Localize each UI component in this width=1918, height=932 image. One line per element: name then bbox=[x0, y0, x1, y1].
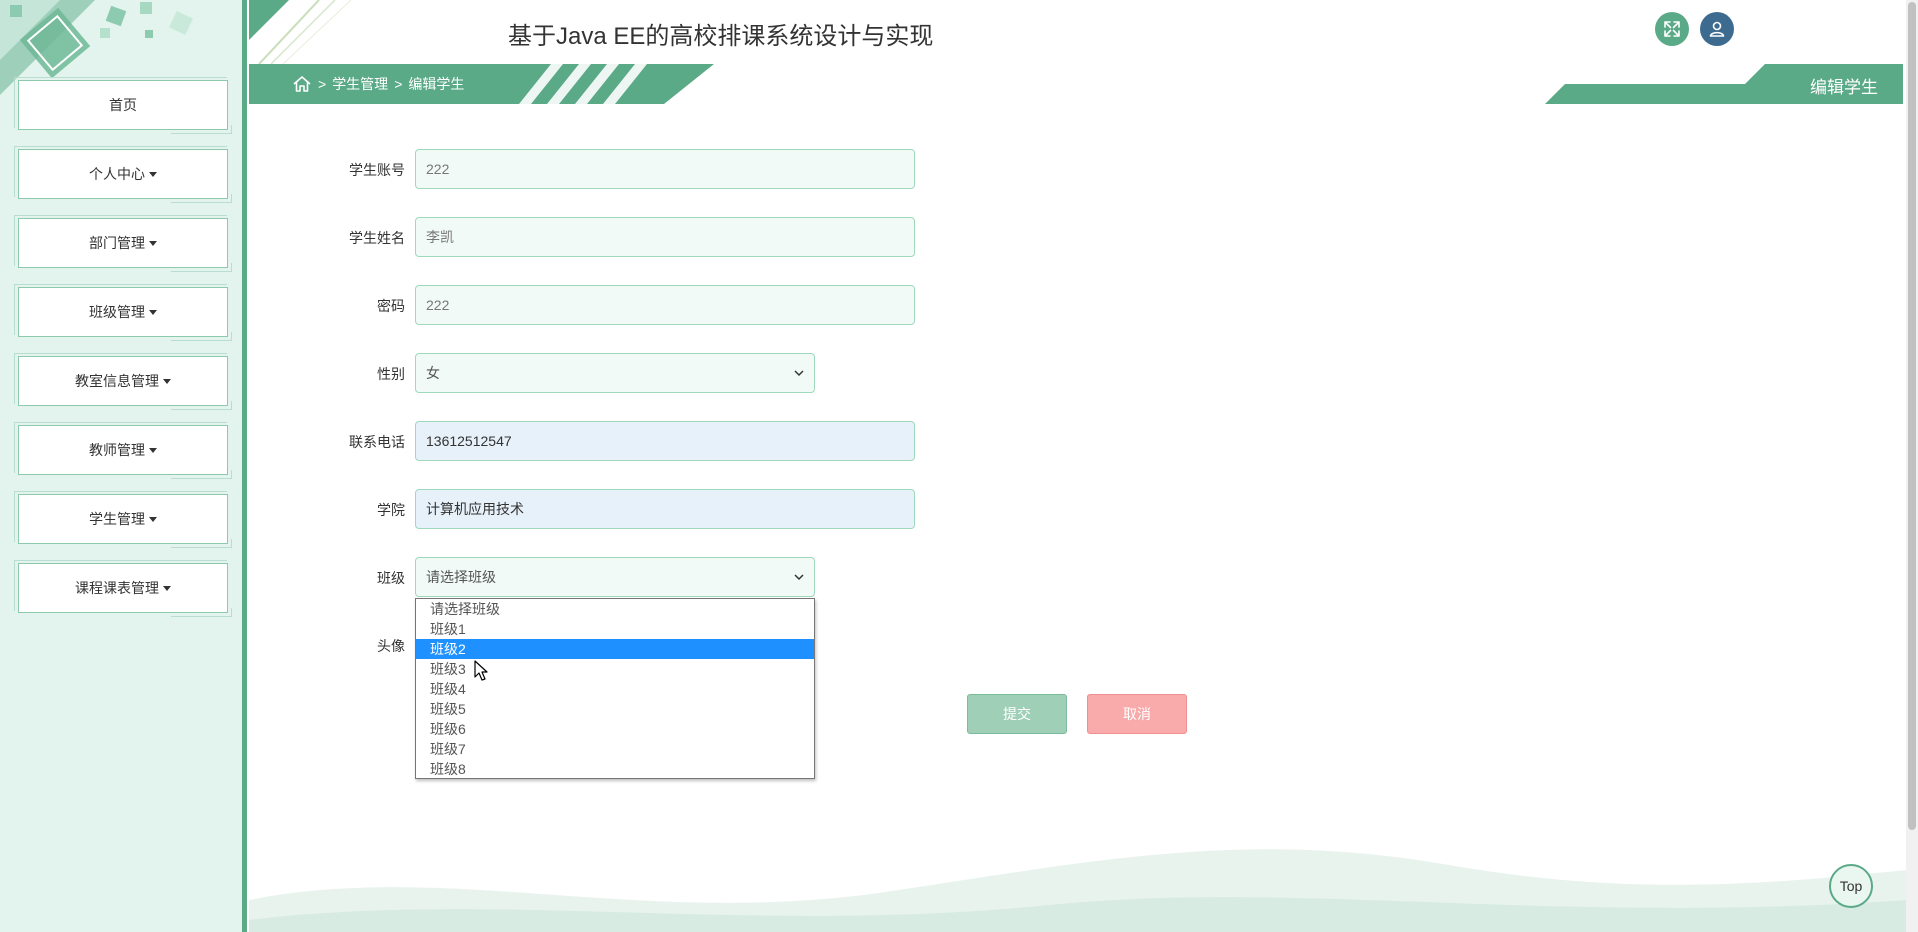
class-option[interactable]: 班级6 bbox=[416, 719, 814, 739]
sidebar-item-label: 教师管理 bbox=[89, 442, 145, 458]
chevron-down-icon bbox=[794, 574, 804, 581]
sidebar-item-classroom[interactable]: 教室信息管理 bbox=[14, 353, 232, 410]
sidebar-item-label: 个人中心 bbox=[89, 166, 145, 182]
caret-down-icon bbox=[149, 516, 157, 522]
gender-select[interactable]: 女 bbox=[415, 353, 815, 393]
caret-down-icon bbox=[163, 378, 171, 384]
sidebar-item-label: 学生管理 bbox=[89, 511, 145, 527]
chevron-down-icon bbox=[794, 370, 804, 377]
user-icon bbox=[1709, 21, 1725, 37]
home-icon[interactable] bbox=[292, 75, 312, 93]
app-title: 基于Java EE的高校排课系统设计与实现 bbox=[508, 23, 934, 50]
class-option[interactable]: 班级1 bbox=[416, 619, 814, 639]
header-decoration bbox=[249, 0, 352, 64]
name-field[interactable]: 李凯 bbox=[415, 217, 915, 257]
sidebar-item-label: 班级管理 bbox=[89, 304, 145, 320]
submit-button[interactable]: 提交 bbox=[967, 694, 1067, 734]
gender-select-value: 女 bbox=[426, 365, 440, 381]
account-label: 学生账号 bbox=[349, 162, 405, 178]
sidebar-item-label: 首页 bbox=[109, 97, 137, 113]
caret-down-icon bbox=[149, 447, 157, 453]
user-button[interactable] bbox=[1700, 12, 1734, 46]
sidebar-item-teacher[interactable]: 教师管理 bbox=[14, 422, 232, 479]
sidebar-item-class[interactable]: 班级管理 bbox=[14, 284, 232, 341]
caret-down-icon bbox=[149, 240, 157, 246]
sidebar-item-home[interactable]: 首页 bbox=[14, 77, 232, 134]
breadcrumb-student-management[interactable]: 学生管理 bbox=[332, 74, 388, 94]
account-field[interactable]: 222 bbox=[415, 149, 915, 189]
class-option[interactable]: 班级5 bbox=[416, 699, 814, 719]
name-label: 学生姓名 bbox=[349, 230, 405, 246]
college-field[interactable]: 计算机应用技术 bbox=[415, 489, 915, 529]
class-dropdown-list[interactable]: 请选择班级 班级1 班级2 班级3 班级4 班级5 班级6 班级7 班级8 bbox=[415, 598, 815, 779]
expand-icon bbox=[1664, 21, 1680, 37]
class-option[interactable]: 班级7 bbox=[416, 739, 814, 759]
avatar-label: 头像 bbox=[377, 638, 405, 654]
sidebar-item-personal-center[interactable]: 个人中心 bbox=[14, 146, 232, 203]
breadcrumb-separator: > bbox=[394, 76, 403, 92]
sidebar-item-department[interactable]: 部门管理 bbox=[14, 215, 232, 272]
class-select[interactable]: 请选择班级 bbox=[415, 557, 815, 597]
breadcrumb-separator: > bbox=[318, 76, 327, 92]
caret-down-icon bbox=[149, 309, 157, 315]
bottom-wave-decoration bbox=[249, 849, 1907, 932]
scrollbar-thumb[interactable] bbox=[1908, 2, 1916, 830]
sidebar-item-student[interactable]: 学生管理 bbox=[14, 491, 232, 548]
sidebar: 首页 个人中心 部门管理 班级管理 教室信息管理 教师管理 学生管理 课程课表管… bbox=[0, 0, 247, 932]
breadcrumb: > 学生管理 > 编辑学生 bbox=[292, 73, 464, 95]
password-field[interactable]: 222 bbox=[415, 285, 915, 325]
sidebar-item-label: 教室信息管理 bbox=[75, 373, 159, 389]
class-select-value: 请选择班级 bbox=[426, 569, 496, 585]
phone-label: 联系电话 bbox=[349, 434, 405, 450]
back-to-top-button[interactable]: Top bbox=[1829, 864, 1873, 908]
class-label: 班级 bbox=[377, 570, 405, 586]
sidebar-item-label: 部门管理 bbox=[89, 235, 145, 251]
caret-down-icon bbox=[149, 171, 157, 177]
class-option[interactable]: 班级8 bbox=[416, 759, 814, 779]
gender-label: 性别 bbox=[377, 366, 405, 382]
class-option[interactable]: 班级4 bbox=[416, 679, 814, 699]
cancel-button[interactable]: 取消 bbox=[1087, 694, 1187, 734]
page-scrollbar[interactable] bbox=[1906, 0, 1918, 932]
college-label: 学院 bbox=[377, 502, 405, 518]
caret-down-icon bbox=[163, 585, 171, 591]
password-label: 密码 bbox=[377, 298, 405, 314]
page-tag: 编辑学生 bbox=[1810, 78, 1878, 97]
breadcrumb-edit-student: 编辑学生 bbox=[408, 76, 465, 92]
mouse-cursor-icon bbox=[474, 660, 488, 681]
sidebar-item-course[interactable]: 课程课表管理 bbox=[14, 560, 232, 617]
fullscreen-button[interactable] bbox=[1655, 12, 1689, 46]
class-option-highlighted[interactable]: 班级2 bbox=[416, 639, 814, 659]
sidebar-item-label: 课程课表管理 bbox=[75, 580, 159, 596]
class-option[interactable]: 请选择班级 bbox=[416, 599, 814, 619]
phone-field[interactable]: 13612512547 bbox=[415, 421, 915, 461]
